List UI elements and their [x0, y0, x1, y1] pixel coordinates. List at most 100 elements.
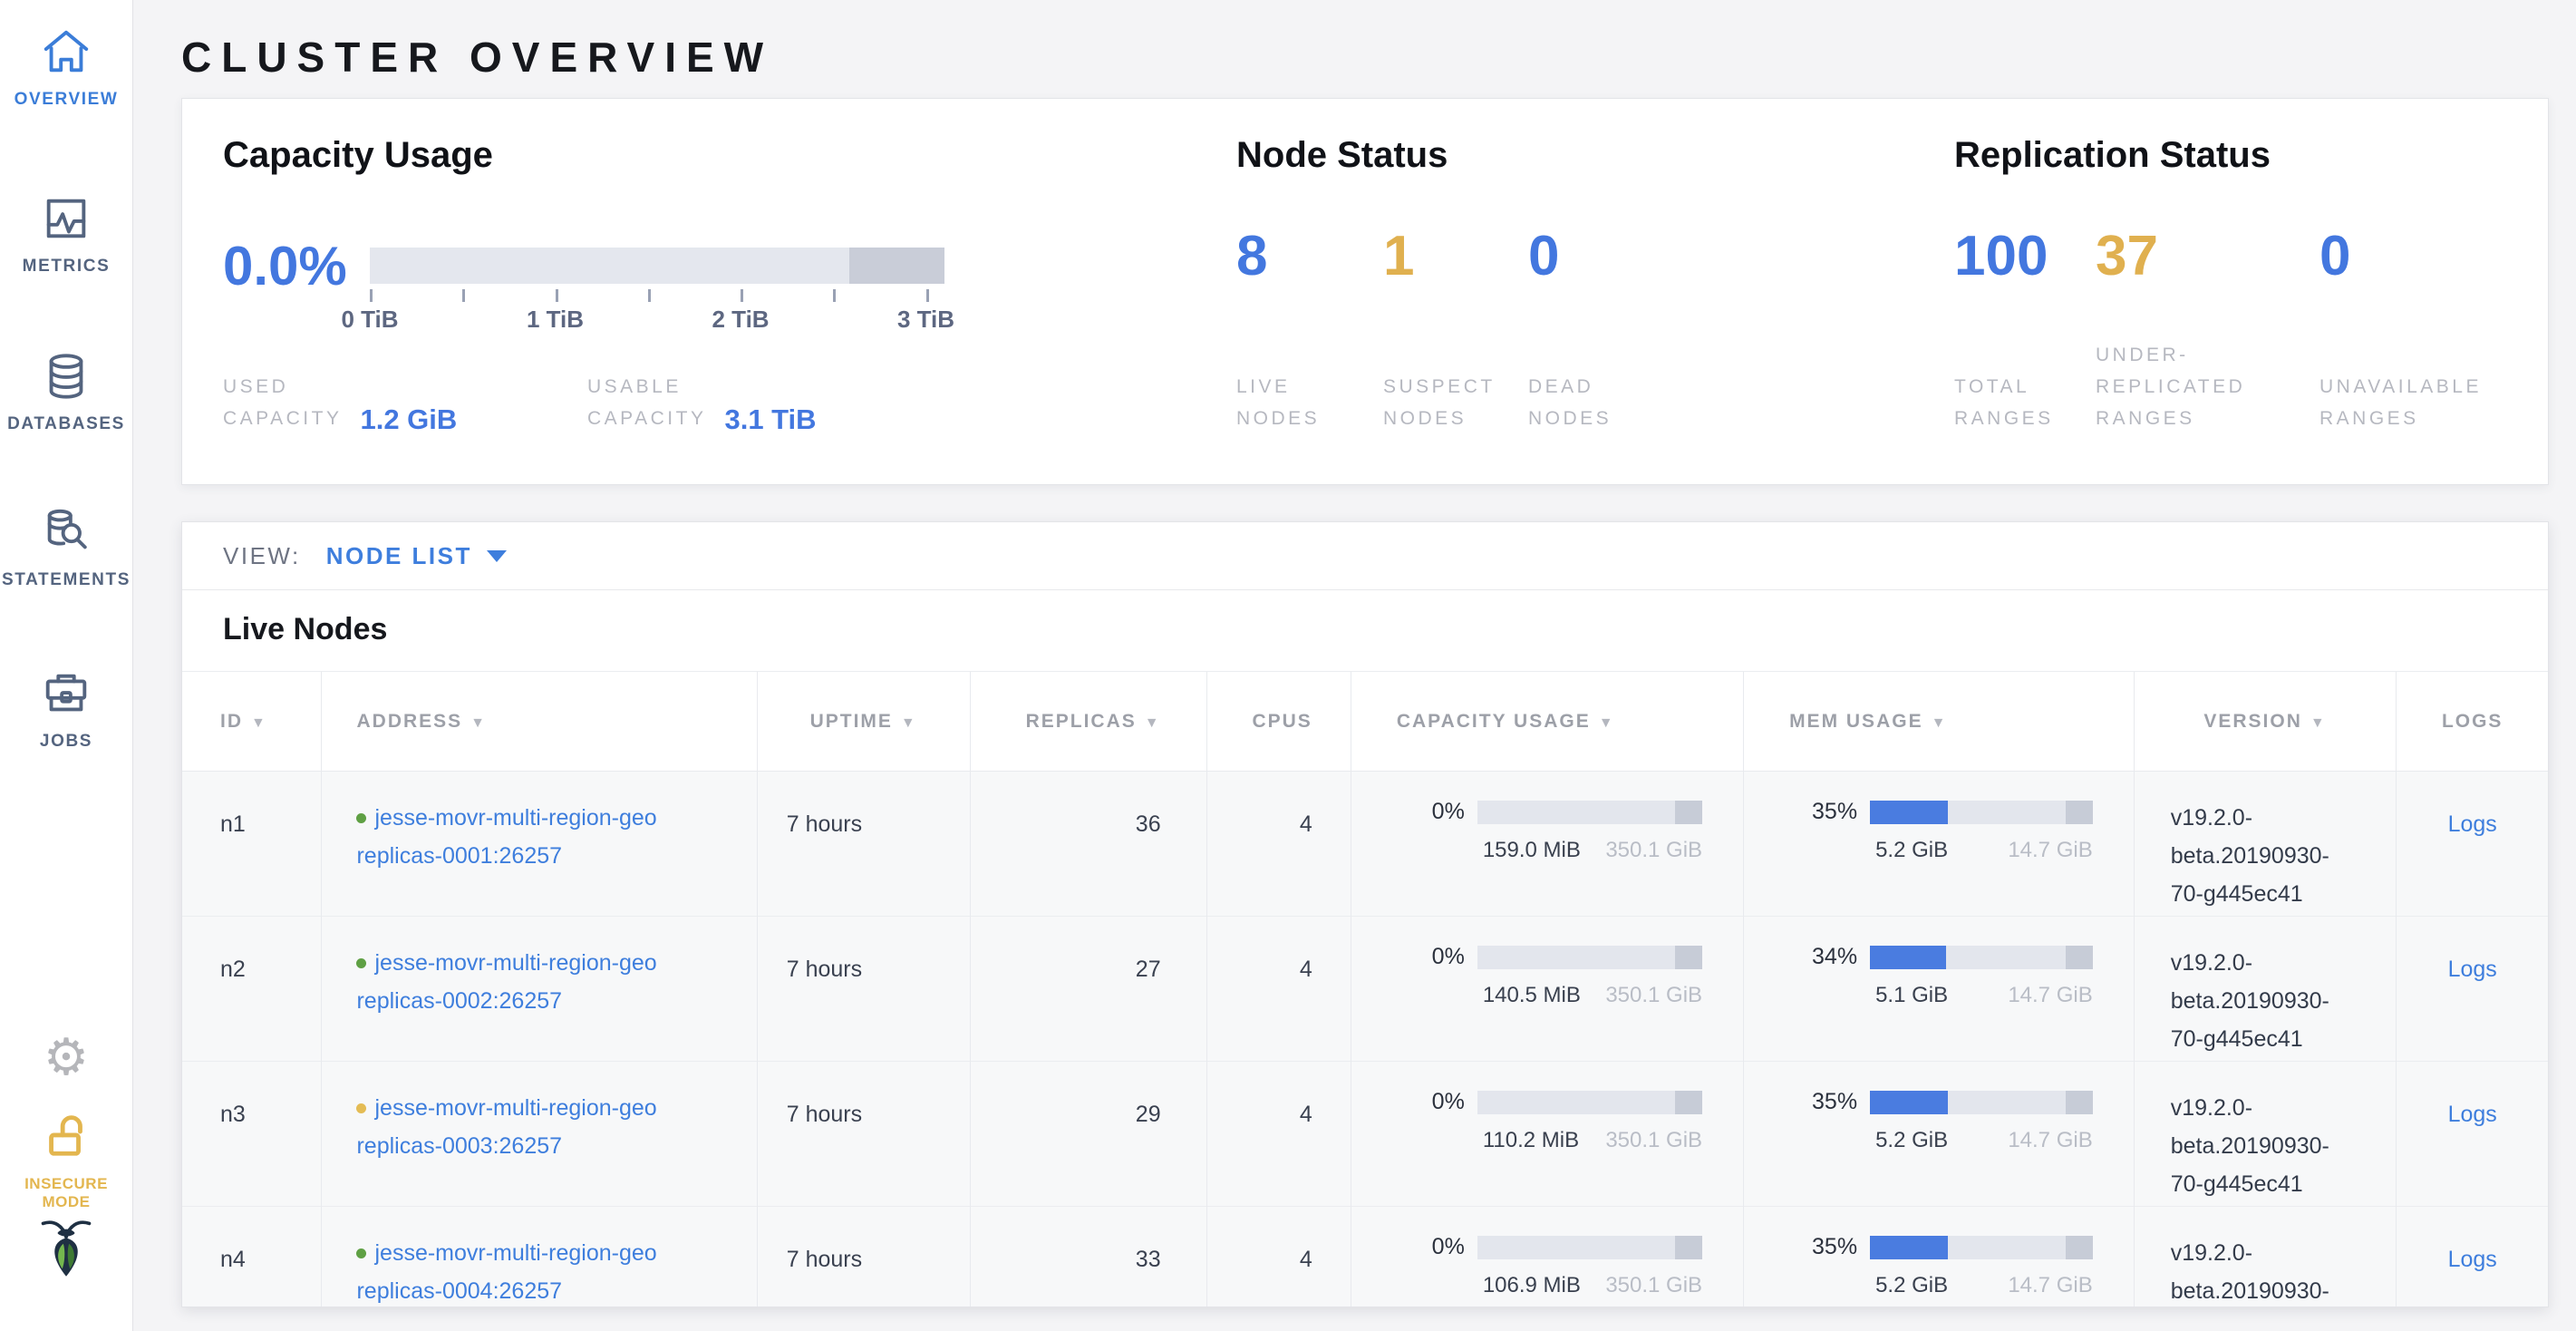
sidebar-item-overview[interactable]: OVERVIEW: [0, 25, 132, 110]
metrics-icon: [40, 192, 92, 245]
sidebar-item-statements[interactable]: STATEMENTS: [0, 506, 132, 590]
capacity-used: 106.9 MiB: [1483, 1273, 1581, 1298]
capacity-percent: 0%: [1397, 1234, 1465, 1260]
memory-bar: [1870, 946, 2093, 969]
node-capacity-cell: 0% 106.9 MiB350.1 GiB: [1351, 1207, 1743, 1308]
live-nodes-label: LIVE NODES: [1236, 371, 1320, 434]
sidebar-item-label: METRICS: [0, 257, 132, 277]
node-capacity-cell: 0% 159.0 MiB350.1 GiB: [1351, 772, 1743, 917]
column-header-replicas[interactable]: REPLICAS▼: [970, 672, 1206, 772]
node-uptime: 7 hours: [757, 1062, 970, 1207]
column-header-cpus[interactable]: CPUS: [1206, 672, 1351, 772]
column-header-logs: LOGS: [2397, 672, 2548, 772]
capacity-bar: [1477, 801, 1702, 824]
capacity-total: 350.1 GiB: [1605, 983, 1702, 1008]
column-header-address[interactable]: ADDRESS▼: [322, 672, 757, 772]
memory-percent: 35%: [1789, 1089, 1857, 1115]
column-header-mem-usage[interactable]: MEM USAGE▼: [1744, 672, 2135, 772]
column-header-version[interactable]: VERSION▼: [2134, 672, 2397, 772]
column-header-id[interactable]: ID▼: [182, 672, 322, 772]
sort-arrow-icon: ▼: [1145, 715, 1161, 731]
logs-link[interactable]: Logs: [2448, 957, 2497, 982]
unavailable-ranges-stat: 0 UNAVAILABLE RANGES: [2319, 135, 2555, 434]
memory-used: 5.2 GiB: [1875, 1128, 1948, 1153]
node-memory-cell: 34% 5.1 GiB14.7 GiB: [1744, 917, 2135, 1062]
sidebar-item-metrics[interactable]: METRICS: [0, 192, 132, 277]
sidebar: OVERVIEW METRICS DATABASES: [0, 0, 133, 1331]
node-address-link-line2[interactable]: replicas-0003:26257: [356, 1127, 756, 1165]
node-address-link[interactable]: jesse-movr-multi-region-geo: [374, 950, 656, 976]
node-address-cell: jesse-movr-multi-region-geo replicas-000…: [322, 772, 757, 917]
node-memory-cell: 35% 5.2 GiB14.7 GiB: [1744, 1207, 2135, 1308]
tick-label: 3 TiB: [897, 306, 954, 334]
suspect-nodes-label: SUSPECT NODES: [1383, 371, 1496, 434]
live-nodes-table: ID▼ ADDRESS▼ UPTIME▼ REPLICAS▼ CPUS CAPA…: [182, 671, 2548, 1307]
view-bar: VIEW: NODE LIST: [182, 522, 2548, 590]
memory-total: 14.7 GiB: [2008, 1128, 2092, 1153]
node-logs-cell: Logs: [2397, 1207, 2548, 1308]
node-logs-cell: Logs: [2397, 917, 2548, 1062]
table-row-n1: n1 jesse-movr-multi-region-geo replicas-…: [182, 772, 2548, 917]
unavailable-ranges-label: UNAVAILABLE RANGES: [2319, 371, 2482, 434]
under-replicated-ranges-value: 37: [2096, 228, 2158, 285]
column-header-uptime[interactable]: UPTIME▼: [757, 672, 970, 772]
node-uptime: 7 hours: [757, 917, 970, 1062]
usable-capacity-label-line2: CAPACITY: [587, 403, 706, 434]
node-id: n1: [182, 772, 322, 917]
node-address-link-line2[interactable]: replicas-0004:26257: [356, 1272, 756, 1307]
node-replicas: 27: [970, 917, 1206, 1062]
memory-total: 14.7 GiB: [2008, 983, 2092, 1008]
statements-icon: [40, 506, 92, 559]
view-selector-dropdown[interactable]: NODE LIST: [326, 542, 507, 570]
node-address-link-line2[interactable]: replicas-0002:26257: [356, 982, 756, 1020]
node-id: n2: [182, 917, 322, 1062]
sidebar-item-jobs[interactable]: JOBS: [0, 667, 132, 752]
sort-arrow-icon: ▼: [1599, 715, 1615, 731]
capacity-gauge: 0 TiB 1 TiB 2 TiB 3 TiB: [370, 248, 944, 333]
logs-link[interactable]: Logs: [2448, 811, 2497, 837]
node-memory-cell: 35% 5.2 GiB 14.7 GiB: [1744, 1062, 2135, 1207]
used-capacity-value: 1.2 GiB: [360, 403, 457, 436]
node-version: v19.2.0-beta.20190930-70-g445ec41: [2134, 917, 2397, 1062]
capacity-used: 159.0 MiB: [1483, 838, 1581, 863]
node-address-link[interactable]: jesse-movr-multi-region-geo: [374, 1095, 656, 1121]
capacity-gauge-ticks: [370, 289, 944, 302]
settings-button[interactable]: ⚙: [0, 1032, 132, 1083]
node-health-dot: [356, 813, 366, 823]
column-header-capacity-usage[interactable]: CAPACITY USAGE▼: [1351, 672, 1743, 772]
capacity-gauge-reserved-segment: [849, 248, 944, 284]
cockroach-bug-icon: [37, 1217, 95, 1280]
used-capacity-stat: USED CAPACITY 1.2 GiB: [223, 371, 457, 434]
capacity-percent: 0%: [1397, 1089, 1465, 1115]
insecure-mode-indicator[interactable]: INSECURE MODE: [0, 1108, 132, 1211]
under-replicated-ranges-label: UNDER- REPLICATED RANGES: [2096, 339, 2245, 434]
insecure-mode-label: INSECURE MODE: [0, 1175, 132, 1211]
logs-link[interactable]: Logs: [2448, 1247, 2497, 1272]
sort-arrow-icon: ▼: [251, 715, 267, 731]
cockroachdb-logo[interactable]: [0, 1217, 132, 1285]
unavailable-ranges-value: 0: [2319, 228, 2350, 285]
suspect-nodes-stat: 1 SUSPECT NODES: [1383, 135, 1528, 434]
node-address-link[interactable]: jesse-movr-multi-region-geo: [374, 1240, 656, 1266]
dead-nodes-value: 0: [1528, 228, 1559, 285]
sidebar-item-label: JOBS: [0, 732, 132, 752]
node-address-link[interactable]: jesse-movr-multi-region-geo: [374, 805, 656, 831]
node-health-dot: [356, 1103, 366, 1113]
node-health-dot: [356, 958, 366, 968]
sidebar-item-databases[interactable]: DATABASES: [0, 350, 132, 434]
node-address-link-line2[interactable]: replicas-0001:26257: [356, 837, 756, 875]
app-root: OVERVIEW METRICS DATABASES: [0, 0, 2576, 1331]
sort-arrow-icon: ▼: [2310, 715, 2327, 731]
logs-link[interactable]: Logs: [2448, 1102, 2497, 1127]
capacity-bar: [1477, 946, 1702, 969]
capacity-percent: 0%: [1397, 799, 1465, 825]
main-content: CLUSTER OVERVIEW Capacity Usage 0.0%: [133, 0, 2576, 1331]
memory-bar: [1870, 801, 2093, 824]
gear-icon: ⚙: [44, 1028, 89, 1085]
capacity-used: 110.2 MiB: [1483, 1128, 1579, 1153]
dead-nodes-stat: 0 DEAD NODES: [1528, 135, 1682, 434]
memory-bar: [1870, 1236, 2093, 1259]
node-cpus: 4: [1206, 1207, 1351, 1308]
sidebar-item-label: OVERVIEW: [0, 90, 132, 110]
memory-used: 5.2 GiB: [1875, 1273, 1948, 1298]
